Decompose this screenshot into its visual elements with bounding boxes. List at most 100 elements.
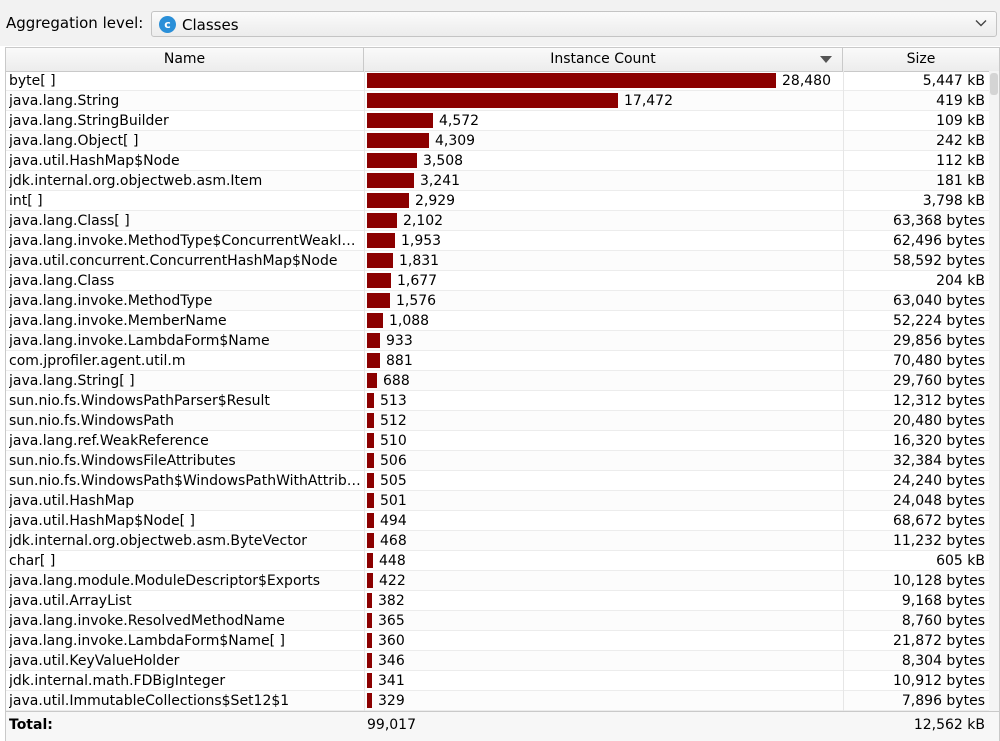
size-value: 29,856 bytes	[892, 333, 985, 349]
table-row[interactable]: java.util.ArrayList 382 9,168 bytes	[6, 591, 999, 611]
size-value: 12,312 bytes	[892, 393, 985, 409]
instance-count: 329	[378, 693, 405, 709]
instance-count-bar	[367, 193, 409, 208]
instance-count: 3,241	[420, 173, 461, 189]
table-row[interactable]: java.lang.invoke.LambdaForm$Name 933 29,85…	[6, 331, 999, 351]
table-row[interactable]: java.lang.ref.WeakReference 510 16,320 byt…	[6, 431, 999, 451]
instance-count: 4,572	[439, 113, 480, 129]
table-row[interactable]: java.util.HashMap 501 24,048 bytes	[6, 491, 999, 511]
instance-count: 341	[378, 673, 405, 689]
table-row[interactable]: java.lang.StringBuilder 4,572 109 kB	[6, 111, 999, 131]
table-row[interactable]: java.lang.Class 1,677 204 kB	[6, 271, 999, 291]
instance-count: 365	[378, 613, 405, 629]
table-row[interactable]: sun.nio.fs.WindowsPathParser$Result 513 12…	[6, 391, 999, 411]
toolbar: Aggregation level: c Classes	[0, 0, 1000, 46]
table-row[interactable]: jdk.internal.org.objectweb.asm.Item 3,241…	[6, 171, 999, 191]
table-row[interactable]: java.lang.String[ ] 688 29,760 bytes	[6, 371, 999, 391]
instance-count: 1,953	[401, 233, 442, 249]
instance-count: 468	[380, 533, 407, 549]
total-instance-count: 99,017	[367, 717, 416, 733]
instance-count: 1,088	[389, 313, 430, 329]
table-row[interactable]: int[ ] 2,929 3,798 kB	[6, 191, 999, 211]
column-header-size[interactable]: Size	[843, 48, 999, 71]
table-header: Name Instance Count Size	[6, 48, 999, 72]
sort-descending-icon	[820, 56, 832, 63]
table-row[interactable]: java.util.concurrent.ConcurrentHashMap$N…	[6, 251, 999, 271]
scrollbar-thumb[interactable]	[990, 73, 998, 95]
total-label: Total:	[9, 717, 53, 733]
instance-count: 2,102	[403, 213, 444, 229]
instance-count-bar	[367, 493, 374, 508]
column-header-name[interactable]: Name	[6, 48, 364, 71]
instance-count: 506	[380, 453, 407, 469]
table-row[interactable]: java.lang.Object[ ] 4,309 242 kB	[6, 131, 999, 151]
instance-count-bar	[367, 113, 433, 128]
table-row[interactable]: sun.nio.fs.WindowsPath 512 20,480 bytes	[6, 411, 999, 431]
size-value: 8,304 bytes	[901, 653, 985, 669]
instance-count: 501	[380, 493, 407, 509]
table-row[interactable]: jdk.internal.math.FDBigInteger 341 10,912 …	[6, 671, 999, 691]
table-row[interactable]: sun.nio.fs.WindowsFileAttributes 506 32,38…	[6, 451, 999, 471]
class-name: java.lang.String[ ]	[9, 373, 135, 389]
size-value: 419 kB	[936, 93, 985, 109]
size-value: 8,760 bytes	[901, 613, 985, 629]
instance-count-bar	[367, 453, 374, 468]
class-name: com.jprofiler.agent.util.m	[9, 353, 186, 369]
class-name: sun.nio.fs.WindowsPathParser$Result	[9, 393, 270, 409]
class-name: java.util.ArrayList	[9, 593, 132, 609]
instance-count-bar	[367, 253, 393, 268]
table-row[interactable]: char[ ] 448 605 kB	[6, 551, 999, 571]
column-header-instance-count[interactable]: Instance Count	[364, 48, 843, 71]
table-row[interactable]: sun.nio.fs.WindowsPath$WindowsPathWithAt…	[6, 471, 999, 491]
size-value: 70,480 bytes	[892, 353, 985, 369]
table-row[interactable]: java.util.ImmutableCollections$Set12$1 32…	[6, 691, 999, 711]
instance-count: 28,480	[782, 73, 831, 89]
instance-count: 1,576	[396, 293, 437, 309]
table-row[interactable]: java.util.HashMap$Node[ ] 494 68,672 bytes	[6, 511, 999, 531]
table-body[interactable]: byte[ ] 28,480 5,447 kB java.lang.String 17,…	[6, 71, 999, 711]
table-row[interactable]: java.lang.Class[ ] 2,102 63,368 bytes	[6, 211, 999, 231]
vertical-scrollbar[interactable]	[989, 71, 999, 711]
instance-count-bar	[367, 153, 417, 168]
table-row[interactable]: java.lang.invoke.MethodType 1,576 63,040 b…	[6, 291, 999, 311]
table-row[interactable]: java.lang.module.ModuleDescriptor$Export…	[6, 571, 999, 591]
instance-count-bar	[367, 233, 395, 248]
class-name: java.lang.Class	[9, 273, 115, 289]
class-name: java.util.KeyValueHolder	[9, 653, 180, 669]
instance-count: 512	[380, 413, 407, 429]
size-value: 24,240 bytes	[892, 473, 985, 489]
size-value: 20,480 bytes	[892, 413, 985, 429]
class-name: java.lang.invoke.LambdaForm$Name	[9, 333, 270, 349]
total-row: Total: 99,017 12,562 kB	[6, 711, 999, 741]
size-value: 29,760 bytes	[892, 373, 985, 389]
instance-count-bar	[367, 373, 377, 388]
class-name: java.lang.invoke.MethodType$ConcurrentWe…	[9, 233, 361, 249]
instance-count-bar	[367, 593, 372, 608]
instance-count-bar	[367, 333, 380, 348]
instance-count-bar	[367, 553, 373, 568]
class-name: java.lang.Object[ ]	[9, 133, 139, 149]
table-row[interactable]: java.lang.invoke.MemberName 1,088 52,224 b…	[6, 311, 999, 331]
instance-count-bar	[367, 653, 372, 668]
instance-count: 3,508	[423, 153, 464, 169]
instance-count-bar	[367, 673, 372, 688]
size-value: 58,592 bytes	[892, 253, 985, 269]
instance-count-bar	[367, 173, 414, 188]
class-name: java.util.HashMap$Node[ ]	[9, 513, 196, 529]
table-row[interactable]: jdk.internal.org.objectweb.asm.ByteVecto…	[6, 531, 999, 551]
instance-count: 17,472	[624, 93, 673, 109]
instance-count: 513	[380, 393, 407, 409]
table-row[interactable]: com.jprofiler.agent.util.m 881 70,480 byte…	[6, 351, 999, 371]
size-value: 7,896 bytes	[901, 693, 985, 709]
table-row[interactable]: java.lang.invoke.LambdaForm$Name[ ] 360 21…	[6, 631, 999, 651]
aggregation-level-dropdown[interactable]: c Classes	[151, 11, 997, 37]
table-row[interactable]: java.lang.String 17,472 419 kB	[6, 91, 999, 111]
table-row[interactable]: java.lang.invoke.ResolvedMethodName 365 8,…	[6, 611, 999, 631]
table-row[interactable]: java.lang.invoke.MethodType$ConcurrentWe…	[6, 231, 999, 251]
column-divider	[843, 71, 844, 711]
instance-count-bar	[367, 613, 372, 628]
table-row[interactable]: java.util.HashMap$Node 3,508 112 kB	[6, 151, 999, 171]
class-name: java.lang.String	[9, 93, 120, 109]
table-row[interactable]: java.util.KeyValueHolder 346 8,304 bytes	[6, 651, 999, 671]
table-row[interactable]: byte[ ] 28,480 5,447 kB	[6, 71, 999, 91]
